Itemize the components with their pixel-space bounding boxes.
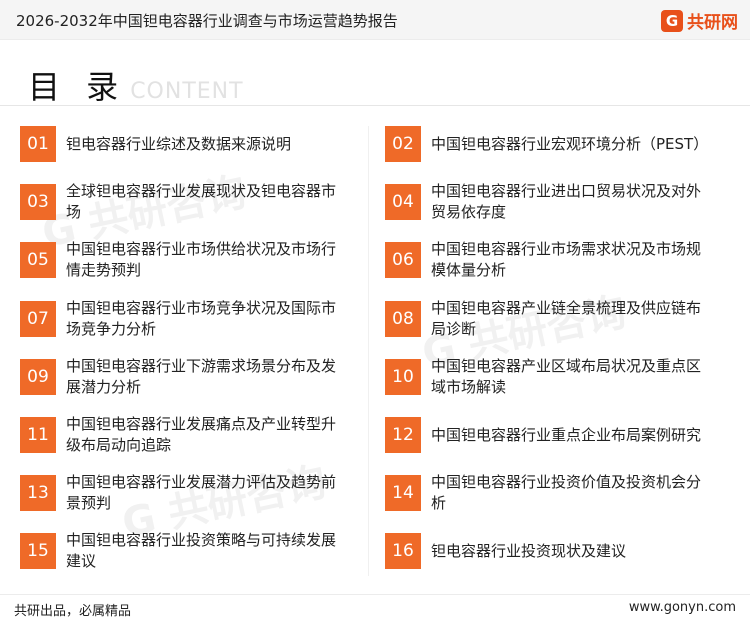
footer-slogan: 共研出品，必属精品	[14, 604, 132, 619]
toc-item-title: 中国钽电容器行业发展潜力评估及趋势前景预判	[66, 473, 337, 513]
toc-item-title: 中国钽电容器产业区域布局状况及重点区域市场解读	[431, 356, 702, 396]
toc-item-number: 14	[385, 475, 421, 512]
toc-item-10[interactable]: 10 中国钽电容器产业区域布局状况及重点区域市场解读	[385, 351, 715, 403]
toc-item-15[interactable]: 15 中国钽电容器行业投资策略与可持续发展建议	[20, 525, 350, 577]
toc-heading-cn: 目 录	[28, 68, 127, 106]
toc-heading: 目 录 CONTENT	[28, 62, 244, 108]
report-page: 2026-2032年中国钽电容器行业调查与市场运营趋势报告 G 共研网 G 共研…	[0, 0, 750, 622]
toc-item-04[interactable]: 04 中国钽电容器行业进出口贸易状况及对外贸易依存度	[385, 176, 715, 228]
toc-item-title: 中国钽电容器行业重点企业布局案例研究	[431, 425, 702, 444]
brand-logo-icon: G	[661, 9, 683, 32]
toc-item-number: 09	[20, 358, 56, 395]
toc-item-title: 全球钽电容器行业发展现状及钽电容器市场	[66, 182, 337, 222]
toc-item-01[interactable]: 01 钽电容器行业综述及数据来源说明	[20, 118, 350, 170]
brand-logo: G 共研网	[661, 8, 738, 33]
toc-item-13[interactable]: 13 中国钽电容器行业发展潜力评估及趋势前景预判	[20, 467, 350, 519]
brand-name: 共研网	[687, 13, 738, 33]
toc-item-number: 12	[385, 417, 421, 453]
toc-item-number: 11	[20, 417, 56, 453]
toc-item-title: 中国钽电容器行业市场供给状况及市场行情走势预判	[66, 240, 337, 280]
toc-item-title: 钽电容器行业综述及数据来源说明	[66, 134, 292, 153]
toc-item-number: 15	[20, 533, 56, 570]
toc-item-05[interactable]: 05 中国钽电容器行业市场供给状况及市场行情走势预判	[20, 234, 350, 286]
toc-item-title: 中国钽电容器行业宏观环境分析（PEST）	[431, 134, 709, 153]
toc-item-title: 中国钽电容器行业投资策略与可持续发展建议	[66, 531, 337, 571]
document-title: 2026-2032年中国钽电容器行业调查与市场运营趋势报告	[16, 12, 398, 30]
header-bar: 2026-2032年中国钽电容器行业调查与市场运营趋势报告 G 共研网	[0, 0, 750, 40]
toc-item-title: 中国钽电容器行业市场需求状况及市场规模体量分析	[431, 240, 702, 280]
toc-item-03[interactable]: 03 全球钽电容器行业发展现状及钽电容器市场	[20, 176, 350, 228]
toc-item-title: 中国钽电容器行业市场竞争状况及国际市场竞争力分析	[66, 298, 337, 338]
toc-item-07[interactable]: 07 中国钽电容器行业市场竞争状况及国际市场竞争力分析	[20, 293, 350, 345]
toc-item-number: 08	[385, 300, 421, 337]
toc-item-number: 03	[20, 184, 56, 221]
toc-item-number: 05	[20, 242, 56, 279]
toc-item-number: 13	[20, 475, 56, 512]
toc-item-number: 04	[385, 184, 421, 221]
toc-item-number: 10	[385, 358, 421, 395]
heading-divider	[0, 105, 750, 106]
toc-item-number: 01	[20, 126, 56, 162]
toc-item-16[interactable]: 16 钽电容器行业投资现状及建议	[385, 525, 715, 577]
toc-item-02[interactable]: 02 中国钽电容器行业宏观环境分析（PEST）	[385, 118, 715, 170]
toc-item-title: 中国钽电容器行业下游需求场景分布及发展潜力分析	[66, 356, 337, 396]
toc-item-06[interactable]: 06 中国钽电容器行业市场需求状况及市场规模体量分析	[385, 234, 715, 286]
toc-item-number: 02	[385, 126, 421, 162]
toc-item-08[interactable]: 08 中国钽电容器产业链全景梳理及供应链布局诊断	[385, 293, 715, 345]
column-divider	[368, 126, 369, 576]
toc-item-title: 中国钽电容器行业发展痛点及产业转型升级布局动向追踪	[66, 415, 337, 454]
toc-item-11[interactable]: 11 中国钽电容器行业发展痛点及产业转型升级布局动向追踪	[20, 409, 350, 461]
toc-item-title: 中国钽电容器产业链全景梳理及供应链布局诊断	[431, 298, 702, 338]
toc-item-09[interactable]: 09 中国钽电容器行业下游需求场景分布及发展潜力分析	[20, 351, 350, 403]
toc-item-title: 钽电容器行业投资现状及建议	[431, 541, 627, 560]
toc-item-number: 16	[385, 533, 421, 570]
toc-item-title: 中国钽电容器行业投资价值及投资机会分析	[431, 473, 702, 513]
footer-website[interactable]: www.gonyn.com	[629, 600, 736, 615]
toc-heading-en: CONTENT	[130, 79, 244, 104]
toc-item-number: 06	[385, 242, 421, 279]
toc-item-title: 中国钽电容器行业进出口贸易状况及对外贸易依存度	[431, 182, 702, 222]
toc-item-number: 07	[20, 300, 56, 337]
toc-item-12[interactable]: 12 中国钽电容器行业重点企业布局案例研究	[385, 409, 715, 461]
footer-divider	[0, 594, 750, 595]
toc-item-14[interactable]: 14 中国钽电容器行业投资价值及投资机会分析	[385, 467, 715, 519]
